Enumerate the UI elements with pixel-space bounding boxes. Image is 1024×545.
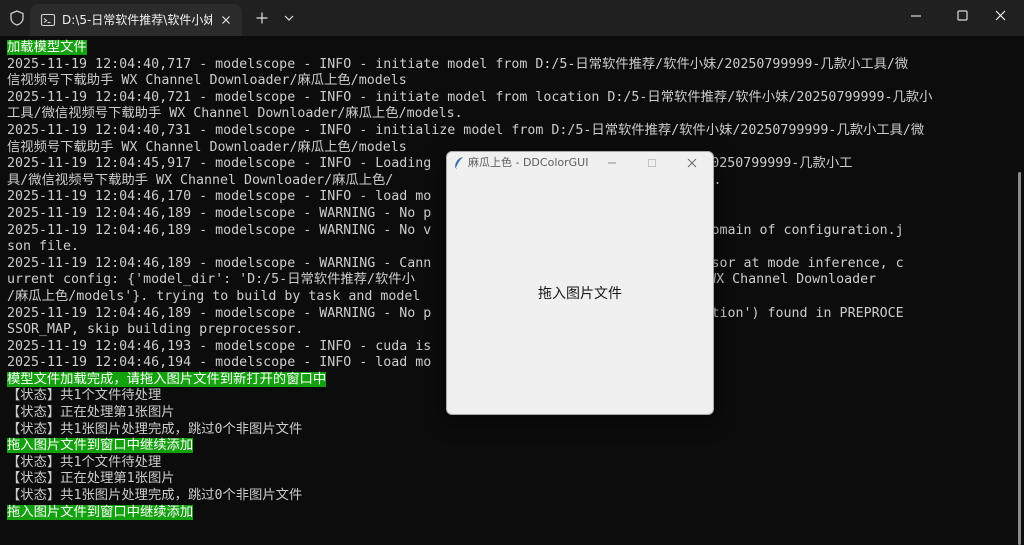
ddcolor-window[interactable]: 麻瓜上色 - DDColorGUI 拖入图片文件 (446, 151, 714, 415)
console-line: 【状态】共1张图片处理完成，跳过0个非图片文件 (7, 422, 1003, 439)
console-line-text: 【状态】共1张图片处理完成，跳过0个非图片文件 (7, 488, 303, 504)
console-line-text: 【状态】正在处理第1张图片 (7, 405, 175, 421)
console-line-text: 2025-11-19 12:04:46,170 - modelscope - I… (7, 189, 432, 205)
close-icon[interactable] (685, 156, 699, 170)
tab-title: D:\5-日常软件推荐\软件小妹\2 (62, 13, 212, 27)
console-line-text: 工具/微信视频号下载助手 WX Channel Downloader/麻瓜上色/… (7, 106, 463, 122)
console-highlight-line: 加载模型文件 (7, 40, 1003, 57)
console-line-text: 【状态】共1张图片处理完成，跳过0个非图片文件 (7, 421, 303, 437)
console-line: 【状态】共1个文件待处理 (7, 455, 1003, 472)
console-line-text: 【状态】共1个文件待处理 (7, 454, 162, 470)
console-line-text: 信视频号下载助手 WX Channel Downloader/麻瓜上色/mode… (7, 139, 407, 155)
console-line-text: 模型文件加载完成，请拖入图片文件到新打开的窗口中 (7, 371, 327, 387)
console-line-text: 信视频号下载助手 WX Channel Downloader/麻瓜上色/mode… (7, 73, 407, 89)
scrollbar-thumb[interactable] (1018, 172, 1021, 545)
console-line-text: son file. (7, 239, 80, 255)
console-line: 2025-11-19 12:04:40,731 - modelscope - I… (7, 123, 1003, 140)
console-line-text: 2025-11-19 12:04:40,731 - modelscope - I… (7, 122, 925, 138)
title-bar: D:\5-日常软件推荐\软件小妹\2 (0, 0, 1024, 36)
chevron-down-icon[interactable] (281, 9, 297, 27)
console-line-text: 2025-11-19 12:04:46,189 - modelscope - W… (7, 205, 432, 221)
popup-title-bar[interactable]: 麻瓜上色 - DDColorGUI (447, 152, 713, 174)
popup-title: 麻瓜上色 - DDColorGUI (468, 156, 589, 169)
console-line-text: 2025-11-19 12:04:40,721 - modelscope - I… (7, 89, 933, 105)
console-line-text: 2025-11-19 12:04:45,917 - modelscope - I… (7, 156, 853, 172)
console-line-text: 【状态】正在处理第1张图片 (7, 471, 175, 487)
console-line: 信视频号下载助手 WX Channel Downloader/麻瓜上色/mode… (7, 73, 1003, 90)
console-line-text: urrent config: {'model_dir': 'D:/5-日常软件推… (7, 272, 877, 288)
console-line: 2025-11-19 12:04:40,717 - modelscope - I… (7, 57, 1003, 74)
terminal-icon (40, 13, 56, 27)
console-highlight-line: 拖入图片文件到窗口中继续添加 (7, 504, 1003, 522)
console-line-text: 【状态】共1个文件待处理 (7, 388, 162, 404)
console-line-text: SSOR_MAP, skip building preprocessor. (7, 322, 304, 338)
image-drop-zone[interactable]: 拖入图片文件 (447, 174, 713, 414)
console-line-text: 2025-11-19 12:04:40,717 - modelscope - I… (7, 56, 909, 72)
minimize-icon[interactable] (605, 156, 619, 170)
console-line-text: 加载模型文件 (7, 40, 87, 55)
console-line: 工具/微信视频号下载助手 WX Channel Downloader/麻瓜上色/… (7, 106, 1003, 123)
feather-icon (455, 157, 463, 169)
close-icon[interactable] (218, 12, 234, 28)
minimize-icon[interactable] (893, 0, 939, 32)
console-line-text: 拖入图片文件到窗口中继续添加 (7, 504, 194, 520)
close-icon[interactable] (978, 0, 1024, 32)
plus-icon[interactable] (253, 9, 271, 27)
console-line: 【状态】正在处理第1张图片 (7, 471, 1003, 488)
console-line: 【状态】共1张图片处理完成，跳过0个非图片文件 (7, 488, 1003, 505)
console-line: 2025-11-19 12:04:40,721 - modelscope - I… (7, 90, 1003, 107)
drop-label: 拖入图片文件 (538, 286, 622, 302)
shield-icon[interactable] (8, 9, 26, 27)
tab-terminal[interactable]: D:\5-日常软件推荐\软件小妹\2 (30, 4, 242, 36)
console-highlight-line: 拖入图片文件到窗口中继续添加 (7, 438, 1003, 455)
console-line-text: 2025-11-19 12:04:46,194 - modelscope - I… (7, 355, 432, 371)
maximize-icon[interactable] (645, 156, 659, 170)
console-line-text: 拖入图片文件到窗口中继续添加 (7, 438, 194, 454)
